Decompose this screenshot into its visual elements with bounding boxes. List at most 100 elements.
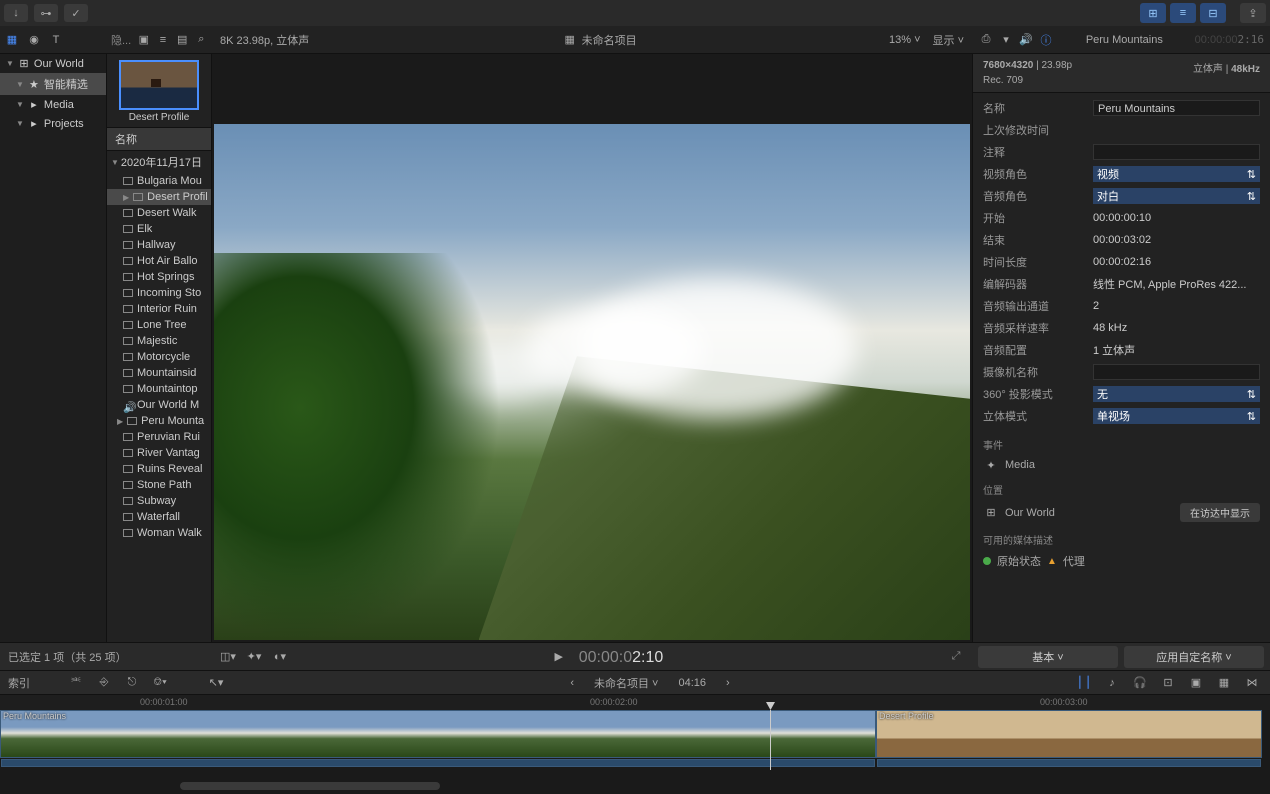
display-dropdown[interactable]: 显示 ˅ [933, 32, 964, 48]
name-column-header[interactable]: 名称 [107, 127, 211, 151]
project-title: 未命名项目 [582, 32, 637, 48]
clip-thumbnail[interactable] [119, 60, 199, 110]
library-icon[interactable]: ▦ [4, 33, 20, 47]
timeline-project-dropdown[interactable]: 未命名项目 ˅ [594, 675, 658, 691]
inspector-key: 音频角色 [983, 188, 1093, 204]
clip-list-item[interactable]: ▶Desert Profil [107, 189, 211, 205]
insert-clip-icon[interactable]: ⎆ [94, 675, 114, 691]
clip-list-item[interactable]: Mountainsid [107, 365, 211, 381]
snapping-icon[interactable]: ⊡ [1158, 675, 1178, 691]
inspector-input[interactable] [1093, 144, 1260, 160]
list-icon[interactable]: ≡ [156, 33, 169, 47]
clip-list-item[interactable]: Interior Ruin [107, 301, 211, 317]
clip-list-item[interactable]: Bulgaria Mou [107, 173, 211, 189]
clip-list-item[interactable]: 🔊Our World M [107, 397, 211, 413]
solo-icon[interactable]: 🎧 [1130, 675, 1150, 691]
enhance-tool-icon[interactable]: ✦▾ [244, 649, 264, 665]
library-item[interactable]: ▼⊞Our World [0, 54, 106, 73]
retime-tool-icon[interactable]: ◐▾ [270, 649, 290, 665]
timeline-bottom [0, 770, 1270, 794]
background-tasks-icon[interactable]: ✓ [64, 4, 88, 22]
ruler-tick: 00:00:01:00 [140, 697, 188, 707]
timeline[interactable]: Peru MountainsDesert Profile [0, 710, 1270, 770]
horizontal-scrollbar[interactable] [180, 782, 440, 790]
clip-list-item[interactable]: Stone Path [107, 477, 211, 493]
photos-icon[interactable]: ◉ [26, 33, 42, 47]
fullscreen-icon[interactable]: ⤢ [946, 649, 966, 665]
timeline-view-icon[interactable]: ≡ [1170, 3, 1196, 23]
inspector-clip-name: Peru Mountains [1058, 34, 1191, 46]
volume-icon[interactable]: 🔊 [1018, 33, 1034, 47]
clip-list-item[interactable]: Subway [107, 493, 211, 509]
inspector-select[interactable]: 单视场⇅ [1093, 408, 1260, 424]
clip-list-item[interactable]: Elk [107, 221, 211, 237]
insp-fps: 23.98p [1042, 60, 1073, 71]
clip-list-item[interactable]: Mountaintop [107, 381, 211, 397]
inspector-key: 编解码器 [983, 276, 1093, 292]
inspector-select[interactable]: 对白⇅ [1093, 188, 1260, 204]
clip-list-item[interactable]: Incoming Sto [107, 285, 211, 301]
apply-custom-name-button[interactable]: 应用自定名称 ˅ [1124, 646, 1264, 668]
import-icon[interactable]: ↓ [4, 4, 28, 22]
skimming-icon[interactable]: ⎪⎪ [1074, 675, 1094, 691]
inspector-input[interactable]: Peru Mountains [1093, 100, 1260, 116]
info-icon[interactable]: ⓘ [1038, 33, 1054, 47]
timeline-clip[interactable]: Peru Mountains [0, 710, 876, 758]
timeline-ruler[interactable]: 00:00:01:0000:00:02:0000:00:03:00 [0, 694, 1270, 710]
clip-list-item[interactable]: Peruvian Rui [107, 429, 211, 445]
filter-clip-icon[interactable]: ▾ [998, 33, 1014, 47]
timeline-clip[interactable]: Desert Profile [876, 710, 1262, 758]
timeline-display-icon[interactable]: ▣ [1186, 675, 1206, 691]
save-icon[interactable]: ⎙ [978, 33, 994, 47]
play-icon[interactable]: ▶ [549, 649, 569, 665]
inspector-select[interactable]: 视频⇅ [1093, 166, 1260, 182]
browser-view-icon[interactable]: ⊞ [1140, 3, 1166, 23]
titles-icon[interactable]: T [48, 33, 64, 47]
reveal-in-finder-button[interactable]: 在访达中显示 [1180, 503, 1260, 522]
clip-list-item[interactable]: Woman Walk [107, 525, 211, 541]
inspector-input[interactable] [1093, 364, 1260, 380]
timeline-prev-icon[interactable]: ‹ [570, 677, 574, 689]
timeline-next-icon[interactable]: › [726, 677, 730, 689]
inspector-clip-tc: 00:00:002:102:16 [1195, 33, 1264, 46]
date-group-row[interactable]: ▼2020年11月17日 [107, 151, 211, 173]
inspector-view-icon[interactable]: ⊟ [1200, 3, 1226, 23]
clip-list-item[interactable]: ▶Peru Mounta [107, 413, 211, 429]
viewer-canvas[interactable] [214, 124, 970, 640]
effects-browser-icon[interactable]: ▦ [1214, 675, 1234, 691]
filmstrip-icon[interactable]: ▣ [137, 33, 150, 47]
clip-list-item[interactable]: Hallway [107, 237, 211, 253]
clip-list-item[interactable]: Desert Walk [107, 205, 211, 221]
share-icon[interactable]: ⇪ [1240, 3, 1266, 23]
transform-tool-icon[interactable]: ◫▾ [218, 649, 238, 665]
clip-list-item[interactable]: Ruins Reveal [107, 461, 211, 477]
keyword-icon[interactable]: ⊶ [34, 4, 58, 22]
transitions-browser-icon[interactable]: ⋈ [1242, 675, 1262, 691]
original-status-label: 原始状态 [997, 553, 1041, 569]
inspector-select[interactable]: 无⇅ [1093, 386, 1260, 402]
overwrite-clip-icon[interactable]: ⎊▾ [150, 675, 170, 691]
connect-clip-icon[interactable]: ⎃ [66, 675, 86, 691]
filter-icon[interactable]: ▤ [176, 33, 189, 47]
hide-label[interactable]: 隐... [111, 32, 131, 48]
clip-list-item[interactable]: River Vantag [107, 445, 211, 461]
library-item[interactable]: ▼▸Media [0, 95, 106, 114]
append-clip-icon[interactable]: ⎋ [122, 675, 142, 691]
clip-list-item[interactable]: Lone Tree [107, 317, 211, 333]
inspector-row: 摄像机名称 [973, 361, 1270, 383]
playhead[interactable] [770, 710, 771, 770]
zoom-dropdown[interactable]: 13% ˅ [889, 34, 921, 46]
clip-list-item[interactable]: Hot Air Ballo [107, 253, 211, 269]
search-icon[interactable]: ⌕ [195, 33, 208, 47]
clip-list-item[interactable]: Motorcycle [107, 349, 211, 365]
clip-list-item[interactable]: Waterfall [107, 509, 211, 525]
clip-list-item[interactable]: Hot Springs [107, 269, 211, 285]
index-button[interactable]: 索引 [8, 675, 30, 691]
clip-list-item[interactable]: Majestic [107, 333, 211, 349]
viewer-panel [212, 54, 972, 642]
basic-metadata-button[interactable]: 基本 ˅ [978, 646, 1118, 668]
library-item[interactable]: ▼★智能精选 [0, 73, 106, 95]
select-tool-icon[interactable]: ↖▾ [206, 675, 226, 691]
audio-skimming-icon[interactable]: ♪ [1102, 675, 1122, 691]
library-item[interactable]: ▼▸Projects [0, 114, 106, 133]
